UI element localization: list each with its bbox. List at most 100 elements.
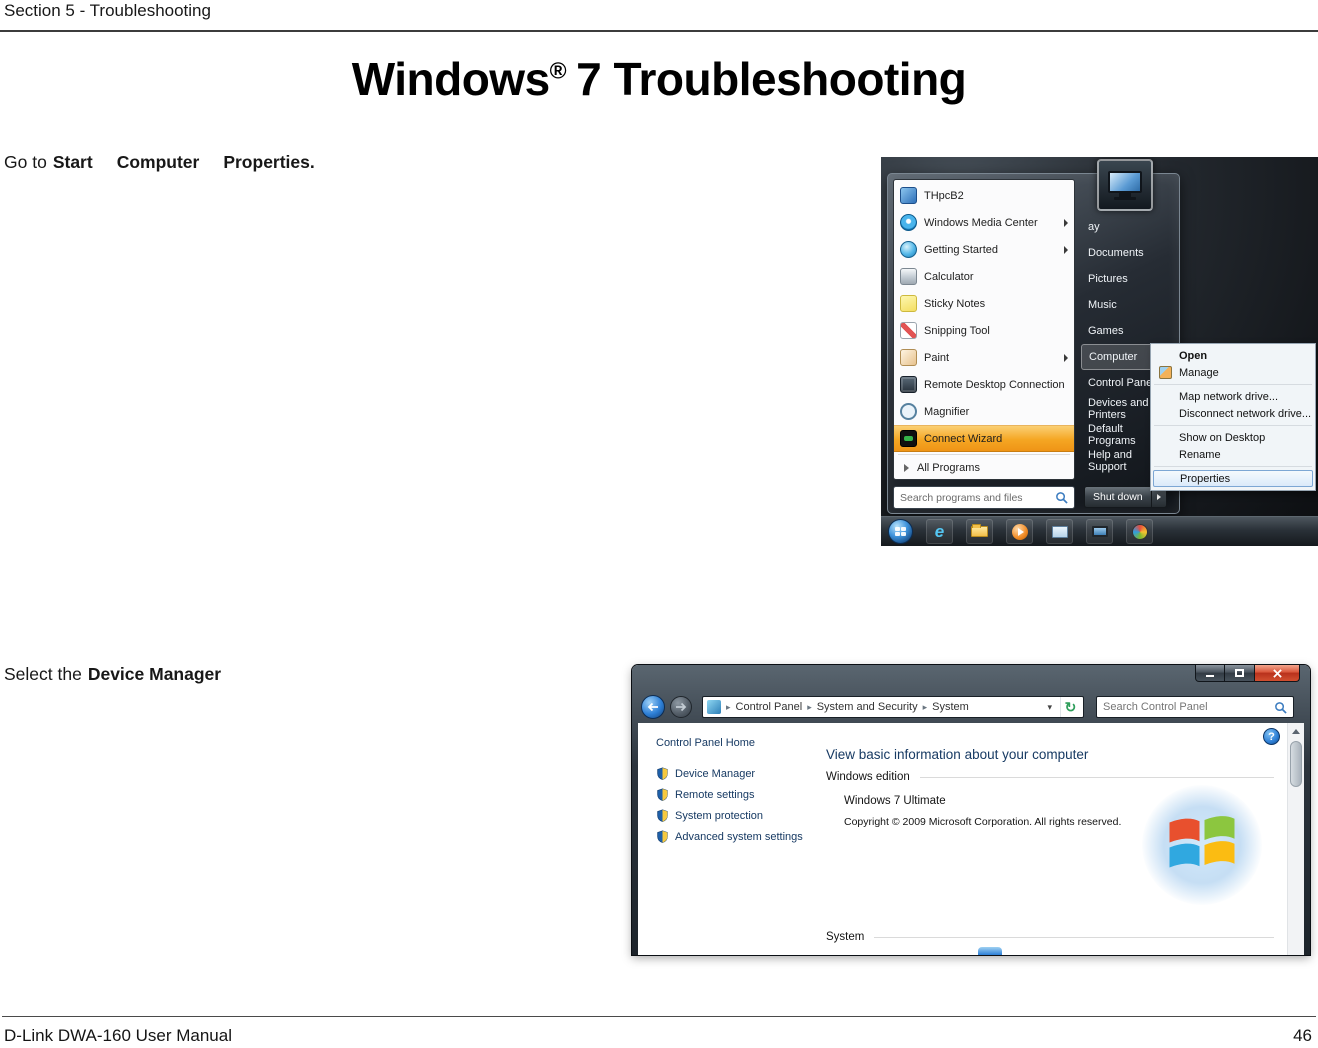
- taskbar: e: [881, 516, 1318, 546]
- instruction-prefix: Go to: [4, 152, 47, 172]
- all-programs-arrow-icon: [904, 464, 909, 472]
- scrollbar-thumb[interactable]: [1290, 741, 1302, 787]
- display-taskbar-button[interactable]: [1086, 519, 1113, 544]
- all-programs-button[interactable]: All Programs: [894, 457, 1074, 479]
- start-menu-item-magnifier[interactable]: Magnifier: [894, 398, 1074, 425]
- program-label: Sticky Notes: [924, 297, 986, 310]
- forward-arrow-icon: [676, 702, 687, 712]
- uac-shield-icon: [657, 809, 668, 822]
- orb-flag-pane: [894, 526, 900, 531]
- breadcrumb-control-panel[interactable]: Control Panel: [736, 701, 803, 713]
- start-menu-item-getting-started[interactable]: Getting Started: [894, 236, 1074, 263]
- search-placeholder: Search programs and files: [900, 491, 1023, 504]
- breadcrumb-arrow-icon: ▸: [922, 701, 928, 712]
- media-player-taskbar-button[interactable]: [1006, 519, 1033, 544]
- context-menu-show-on-desktop[interactable]: Show on Desktop: [1153, 429, 1313, 446]
- sidebar-item-device-manager[interactable]: Device Manager: [656, 767, 808, 780]
- menu-label: Disconnect network drive...: [1179, 407, 1312, 420]
- sidebar-label: Remote settings: [675, 788, 755, 801]
- context-menu-rename[interactable]: Rename: [1153, 446, 1313, 463]
- submenu-arrow-icon: [1064, 353, 1068, 362]
- item-label: Games: [1088, 325, 1124, 337]
- manual-page: Section 5 - Troubleshooting Windows® 7 Tr…: [0, 0, 1318, 1048]
- sidebar-item-system-protection[interactable]: System protection: [656, 809, 808, 822]
- close-button[interactable]: [1254, 665, 1300, 682]
- window-content: Control Panel Home Device Manager Remote…: [638, 723, 1304, 955]
- section-label: System: [826, 931, 865, 943]
- user-picture-tile: [1097, 159, 1153, 211]
- program-label: Connect Wizard: [924, 432, 1003, 445]
- sidebar-item-control-panel-home[interactable]: Control Panel Home: [656, 737, 808, 749]
- menu-label: Map network drive...: [1179, 390, 1279, 403]
- all-programs-label: All Programs: [917, 462, 980, 474]
- menu-separator: [1154, 425, 1312, 426]
- section-label: Windows edition: [826, 771, 910, 783]
- instruction-prefix: Select the: [4, 664, 82, 684]
- minimize-button[interactable]: [1195, 665, 1225, 682]
- start-menu-item-paint[interactable]: Paint: [894, 344, 1074, 371]
- start-menu-item-connect-wizard[interactable]: Connect Wizard: [894, 425, 1074, 452]
- start-menu-item-pictures[interactable]: Pictures: [1081, 266, 1177, 292]
- program-label: Getting Started: [924, 243, 998, 256]
- windows-edition-value: Windows 7 Ultimate: [844, 795, 946, 807]
- refresh-icon[interactable]: ↻: [1060, 697, 1080, 717]
- address-bar[interactable]: ▸ Control Panel ▸ System and Security ▸ …: [702, 696, 1084, 718]
- paint-taskbar-button[interactable]: [1126, 519, 1153, 544]
- context-menu-properties[interactable]: Properties: [1153, 470, 1313, 487]
- start-menu-program-list: THpcB2 Windows Media Center Getting Star…: [893, 179, 1075, 480]
- getting-started-icon: [900, 241, 917, 258]
- uac-shield-icon: [657, 767, 668, 780]
- start-menu-item-calculator[interactable]: Calculator: [894, 263, 1074, 290]
- system-properties-screenshot: ▸ Control Panel ▸ System and Security ▸ …: [632, 665, 1310, 955]
- start-menu-item-music[interactable]: Music: [1081, 292, 1177, 318]
- copyright-text: Copyright © 2009 Microsoft Corporation. …: [844, 816, 1122, 828]
- submenu-arrow-icon: [1064, 245, 1068, 254]
- ie-taskbar-button[interactable]: e: [926, 519, 953, 544]
- context-menu-disconnect-network-drive[interactable]: Disconnect network drive...: [1153, 405, 1313, 422]
- sidebar-item-remote-settings[interactable]: Remote settings: [656, 788, 808, 801]
- explorer-taskbar-button[interactable]: [966, 519, 993, 544]
- address-dropdown-icon[interactable]: ▾: [1044, 702, 1055, 713]
- help-button[interactable]: ?: [1263, 728, 1280, 745]
- start-menu-item-remote-desktop[interactable]: Remote Desktop Connection: [894, 371, 1074, 398]
- program-label: Calculator: [924, 270, 974, 283]
- footer-manual-name: D-Link DWA-160 User Manual: [4, 1026, 232, 1045]
- shutdown-label: Shut down: [1093, 491, 1143, 503]
- sidebar-item-advanced-system-settings[interactable]: Advanced system settings: [656, 830, 808, 843]
- start-menu-item-windows-media-center[interactable]: Windows Media Center: [894, 209, 1074, 236]
- search-placeholder: Search Control Panel: [1103, 701, 1208, 713]
- program-label: Snipping Tool: [924, 324, 990, 337]
- start-menu-item-games[interactable]: Games: [1081, 318, 1177, 344]
- breadcrumb-system[interactable]: System: [932, 701, 969, 713]
- breadcrumb-system-security[interactable]: System and Security: [817, 701, 918, 713]
- instruction-select: Select the Device Manager: [4, 664, 221, 685]
- navigation-toolbar: ▸ Control Panel ▸ System and Security ▸ …: [632, 691, 1310, 723]
- scroll-up-icon: [1292, 728, 1300, 734]
- context-menu-manage[interactable]: Manage: [1153, 364, 1313, 381]
- window-taskbar-button[interactable]: [1046, 519, 1073, 544]
- start-menu-item-thpcb2[interactable]: THpcB2: [894, 182, 1074, 209]
- minimize-icon: [1206, 675, 1214, 677]
- uac-shield-icon: [657, 788, 668, 801]
- menu-label: Show on Desktop: [1179, 431, 1266, 444]
- shutdown-button[interactable]: Shut down: [1084, 486, 1151, 508]
- context-menu-map-network-drive[interactable]: Map network drive...: [1153, 388, 1313, 405]
- start-menu-item-sticky-notes[interactable]: Sticky Notes: [894, 290, 1074, 317]
- maximize-button[interactable]: [1225, 665, 1254, 682]
- start-menu-item-snipping-tool[interactable]: Snipping Tool: [894, 317, 1074, 344]
- start-menu-panel: THpcB2 Windows Media Center Getting Star…: [887, 173, 1180, 514]
- windows-edition-section: Windows edition: [826, 771, 1274, 783]
- start-menu-item-documents[interactable]: Documents: [1081, 240, 1177, 266]
- remote-desktop-icon: [900, 376, 917, 393]
- vertical-scrollbar[interactable]: [1287, 723, 1304, 955]
- scroll-up-button[interactable]: [1288, 723, 1304, 739]
- program-label: THpcB2: [924, 189, 964, 202]
- start-orb-button[interactable]: [888, 519, 913, 544]
- control-panel-search-input[interactable]: Search Control Panel: [1096, 696, 1294, 718]
- forward-button[interactable]: [670, 696, 692, 718]
- start-menu-search-input[interactable]: Search programs and files: [893, 486, 1075, 509]
- submenu-arrow-icon: [1064, 218, 1068, 227]
- back-button[interactable]: [641, 695, 665, 719]
- context-menu-open[interactable]: Open: [1153, 347, 1313, 364]
- system-section: System: [826, 931, 1274, 943]
